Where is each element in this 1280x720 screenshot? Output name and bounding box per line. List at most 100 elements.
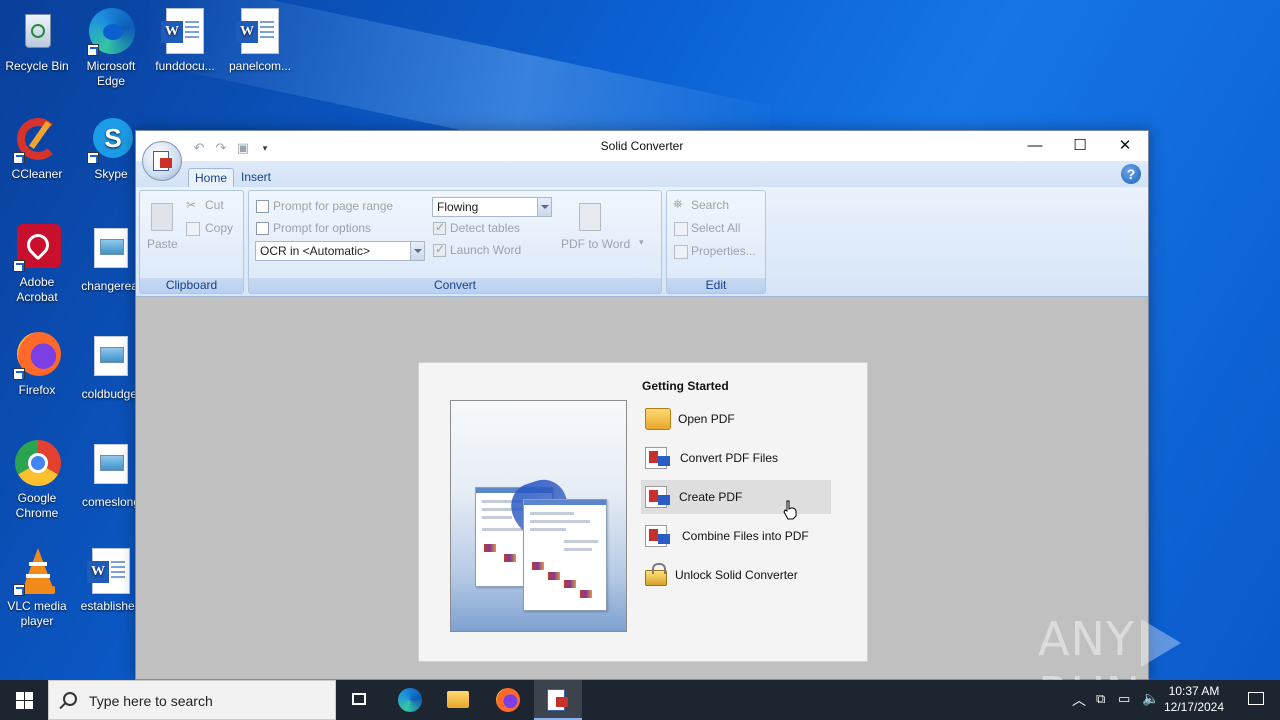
properties-icon xyxy=(674,245,688,259)
notification-icon xyxy=(1248,692,1264,705)
solid-converter-logo-icon xyxy=(153,151,172,171)
desktop-icon-recycle-bin[interactable]: Recycle Bin xyxy=(0,8,75,74)
unlock-solid-converter-link[interactable]: Unlock Solid Converter xyxy=(641,558,831,592)
firefox-icon xyxy=(13,332,61,380)
acrobat-icon xyxy=(13,224,61,272)
notifications-button[interactable] xyxy=(1232,680,1280,720)
shortcut-arrow-icon xyxy=(13,260,25,272)
help-icon[interactable]: ? xyxy=(1121,164,1141,184)
desktop-icon-adobe-acrobat[interactable]: Adobe Acrobat xyxy=(0,224,75,305)
taskbar-solid-converter[interactable] xyxy=(534,680,582,720)
customize-toolbar-icon[interactable]: ▾ xyxy=(256,143,274,154)
combine-files-link[interactable]: Combine Files into PDF xyxy=(641,519,831,553)
word-document-icon: W xyxy=(236,8,284,56)
paste-button[interactable]: Paste xyxy=(144,199,182,259)
chevron-down-icon xyxy=(537,198,551,216)
vlc-icon xyxy=(13,548,61,596)
prompt-page-range-label: Prompt for page range xyxy=(273,199,394,213)
select-all-button[interactable]: Select All xyxy=(673,220,761,238)
desktop-icon-firefox[interactable]: Firefox xyxy=(0,332,75,398)
open-pdf-link[interactable]: Open PDF xyxy=(641,402,831,436)
meet-now-icon[interactable]: ⧉ xyxy=(1096,691,1105,707)
close-button[interactable]: ✕ xyxy=(1102,131,1148,161)
word-document-icon: W xyxy=(87,548,135,596)
detect-tables-checkbox[interactable] xyxy=(433,220,446,235)
edit-group-label: Edit xyxy=(667,278,765,293)
shortcut-arrow-icon xyxy=(87,44,99,56)
taskbar-firefox[interactable] xyxy=(484,680,532,720)
task-view-button[interactable] xyxy=(336,680,384,720)
desktop-icon-label: funddocu... xyxy=(155,59,215,73)
pdf-to-word-icon xyxy=(579,203,601,231)
quick-access-toolbar: ↶ ↷ ▣ ▾ xyxy=(190,139,274,157)
tab-home[interactable]: Home xyxy=(188,168,235,187)
shortcut-arrow-icon xyxy=(13,152,25,164)
convert-group: Prompt for page range Prompt for options… xyxy=(248,190,662,294)
create-pdf-link[interactable]: Create PDF xyxy=(641,480,831,514)
desktop-icon-microsoft-edge[interactable]: Microsoft Edge xyxy=(73,8,149,89)
search-button[interactable]: ⛯ Search xyxy=(673,197,761,215)
desktop-icon-label: panelcom... xyxy=(228,59,292,73)
binoculars-icon: ⛯ xyxy=(673,197,683,211)
redo-icon[interactable]: ↷ xyxy=(212,140,230,156)
desktop-icon-funddocu[interactable]: W funddocu... xyxy=(147,8,223,74)
prompt-page-range-checkbox[interactable] xyxy=(256,200,269,213)
folder-icon xyxy=(447,691,469,708)
prompt-options-label: Prompt for options xyxy=(273,221,372,235)
volume-icon[interactable]: 🔈 xyxy=(1142,690,1159,707)
select-all-icon xyxy=(674,222,688,236)
layout-mode-select[interactable]: Flowing xyxy=(432,197,552,217)
convert-files-icon xyxy=(645,447,670,469)
tab-insert[interactable]: Insert xyxy=(235,168,277,187)
taskbar-file-explorer[interactable] xyxy=(434,680,482,720)
taskbar-clock[interactable]: 10:37 AM 12/17/2024 xyxy=(1158,683,1230,715)
word-document-icon: W xyxy=(161,8,209,56)
desktop-icon-vlc-media-player[interactable]: VLC media player xyxy=(0,548,75,629)
getting-started-panel: Getting Started Open PDF Convert PDF Fil… xyxy=(418,362,868,662)
clipboard-group-label: Clipboard xyxy=(140,278,243,293)
desktop-icon-panelcom[interactable]: W panelcom... xyxy=(222,8,298,74)
hand-cursor-icon xyxy=(783,500,797,520)
undo-icon[interactable]: ↶ xyxy=(190,140,208,156)
firefox-icon xyxy=(496,688,520,712)
start-button[interactable] xyxy=(0,680,48,720)
convert-pdf-files-link[interactable]: Convert PDF Files xyxy=(641,441,831,475)
ribbon-tabs: Home Insert ? xyxy=(136,161,1148,187)
search-placeholder: Type here to search xyxy=(89,693,213,709)
properties-button[interactable]: Properties... xyxy=(673,243,761,261)
scissors-icon: ✂ xyxy=(186,198,197,212)
network-icon[interactable]: ▭ xyxy=(1118,691,1130,707)
launch-word-checkbox[interactable] xyxy=(433,242,446,257)
maximize-button[interactable]: ☐ xyxy=(1057,131,1103,161)
desktop-icon-label: Firefox xyxy=(18,383,56,397)
copy-button[interactable]: Copy xyxy=(184,220,240,238)
conversion-illustration xyxy=(450,400,627,632)
ccleaner-icon xyxy=(13,116,61,164)
ocr-select[interactable]: OCR in <Automatic> xyxy=(255,241,425,261)
search-icon xyxy=(63,692,77,706)
desktop-icon-label: Recycle Bin xyxy=(5,59,69,73)
taskbar-edge[interactable] xyxy=(386,680,434,720)
application-menu-button[interactable] xyxy=(142,141,182,181)
solid-converter-window[interactable]: Solid Converter ↶ ↷ ▣ ▾ — ☐ ✕ Home Inser… xyxy=(135,130,1149,680)
save-icon[interactable]: ▣ xyxy=(234,140,252,156)
chrome-icon xyxy=(13,440,61,488)
desktop-icon-ccleaner[interactable]: CCleaner xyxy=(0,116,75,182)
getting-started-title: Getting Started xyxy=(642,379,729,393)
image-file-icon xyxy=(87,336,135,384)
taskbar-search-box[interactable]: Type here to search xyxy=(48,680,336,720)
taskbar: Type here to search ︿ ⧉ ▭ 🔈 10:37 AM 12/… xyxy=(0,680,1280,720)
prompt-options-checkbox[interactable] xyxy=(256,222,269,235)
minimize-button[interactable]: — xyxy=(1012,131,1058,161)
cut-button[interactable]: ✂ Cut xyxy=(184,197,240,215)
title-bar[interactable]: Solid Converter ↶ ↷ ▣ ▾ — ☐ ✕ xyxy=(136,131,1148,161)
pdf-to-word-button[interactable]: ▾ PDF to Word xyxy=(559,199,654,259)
folder-icon xyxy=(645,408,671,430)
play-logo-icon xyxy=(1140,618,1181,667)
chevron-up-icon[interactable]: ︿ xyxy=(1072,690,1086,710)
desktop-icon-google-chrome[interactable]: Google Chrome xyxy=(0,440,75,521)
desktop-icon-label: VLC media player xyxy=(7,599,67,628)
task-view-icon xyxy=(352,693,366,705)
image-file-icon xyxy=(87,228,135,276)
recycle-bin-icon xyxy=(13,8,61,56)
